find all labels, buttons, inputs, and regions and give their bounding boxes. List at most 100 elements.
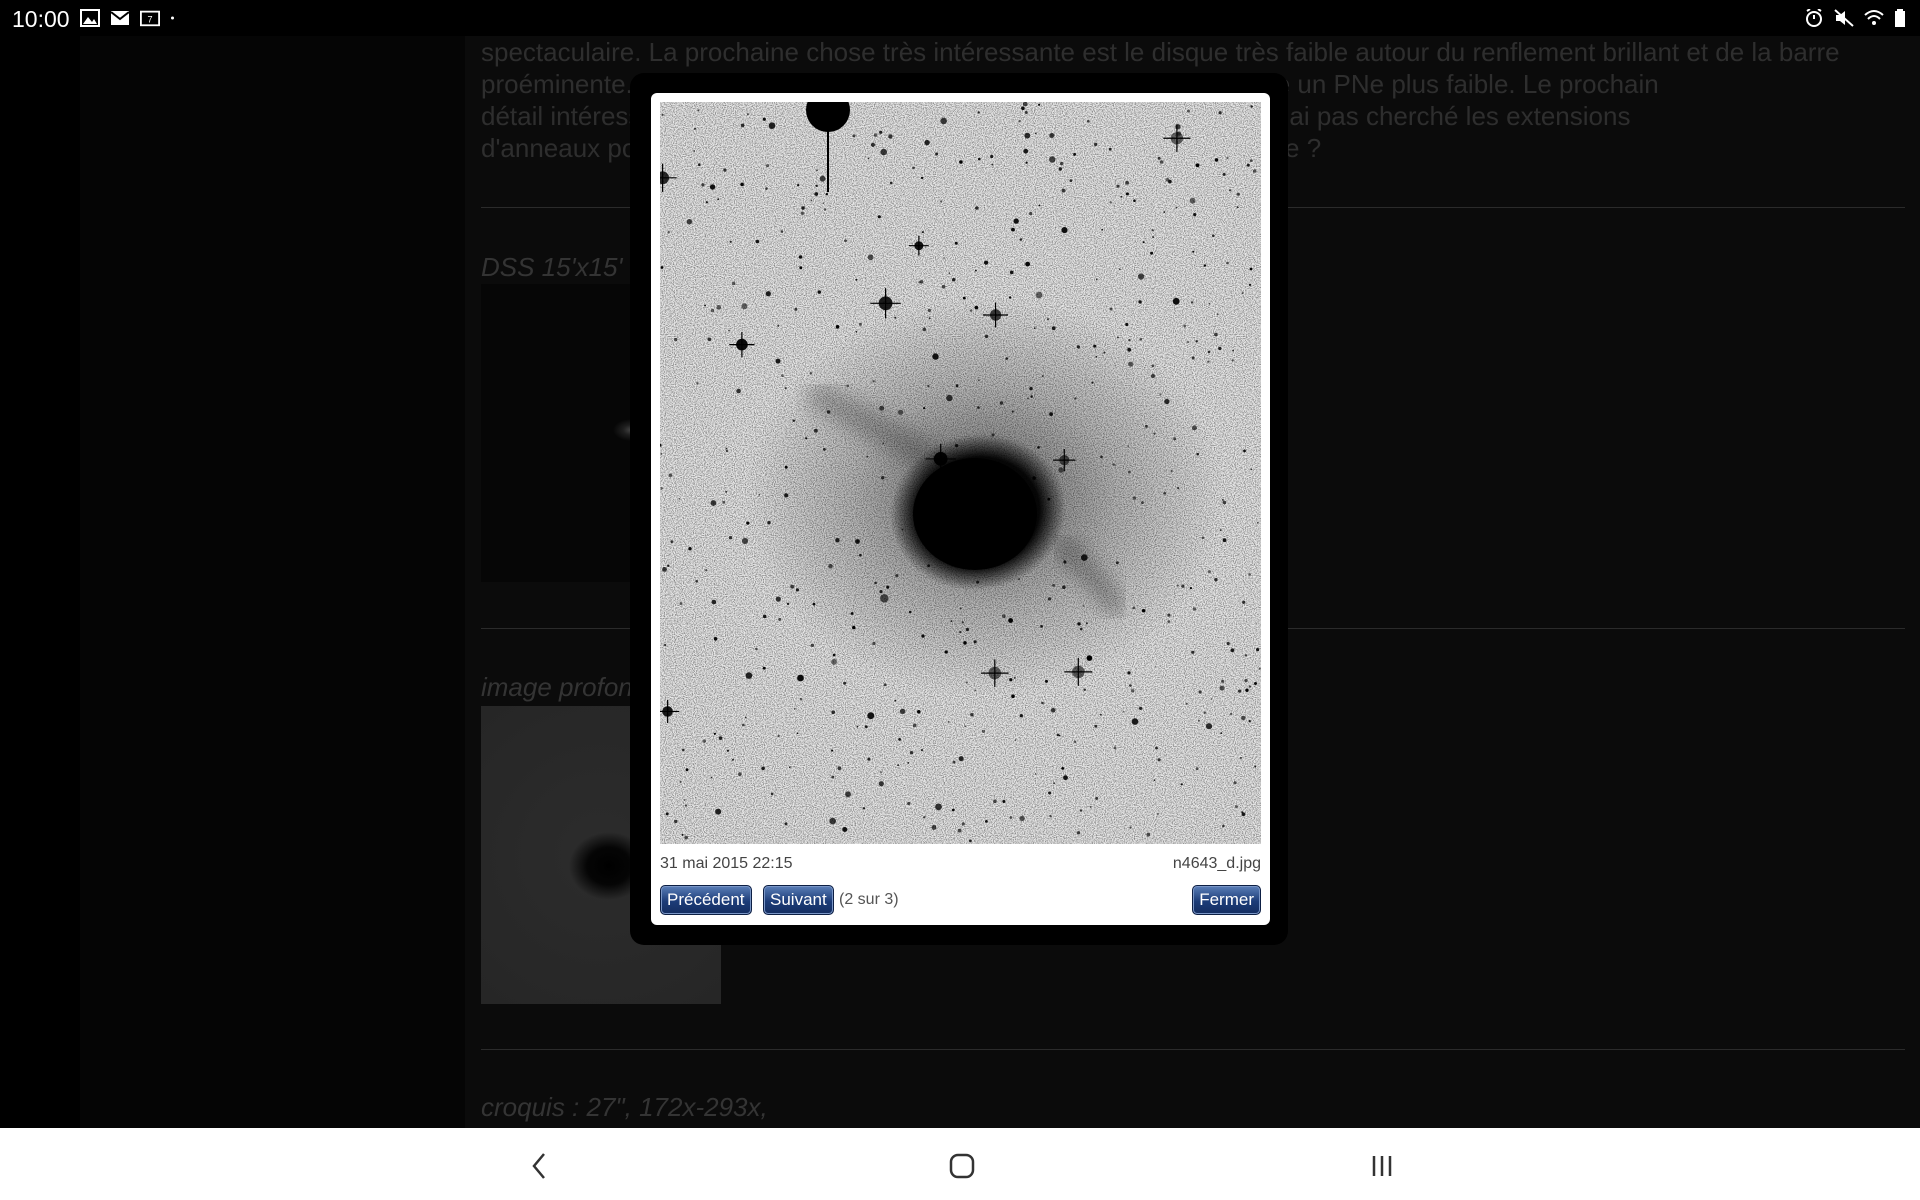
star: [1203, 264, 1207, 267]
star: [709, 184, 716, 190]
star: [1232, 349, 1234, 352]
star: [1032, 476, 1036, 480]
star: [755, 647, 758, 651]
star: [1025, 161, 1028, 164]
previous-button[interactable]: Précédent: [660, 885, 752, 915]
star: [1128, 470, 1131, 474]
star: [828, 563, 833, 569]
star: [765, 164, 770, 168]
star: [1256, 648, 1260, 652]
star: [880, 771, 882, 774]
star: [1257, 522, 1259, 524]
star: [728, 329, 730, 332]
star: [1183, 324, 1187, 328]
star: [877, 215, 881, 219]
star: [907, 801, 911, 806]
star: [1021, 106, 1025, 111]
star: [775, 358, 781, 364]
star: [1095, 796, 1099, 800]
star: [845, 791, 851, 798]
star: [867, 757, 871, 761]
star: [1030, 395, 1033, 398]
star: [1203, 711, 1207, 714]
star: [780, 230, 784, 233]
star: [1096, 278, 1098, 281]
star: [1127, 347, 1132, 352]
star: [814, 428, 818, 433]
star: [796, 732, 799, 735]
star: [1231, 359, 1234, 362]
star: [1127, 445, 1130, 447]
star: [872, 641, 876, 646]
star: [678, 498, 681, 500]
star: [943, 257, 945, 259]
star: [1048, 791, 1052, 795]
star: [809, 372, 812, 375]
star: [950, 620, 953, 622]
star: [1238, 689, 1242, 693]
star: [742, 723, 745, 727]
recent-apps-icon[interactable]: [1362, 1148, 1402, 1184]
status-time: 10:00: [12, 6, 70, 32]
star: [921, 231, 924, 234]
star: [889, 181, 893, 185]
star: [920, 521, 924, 524]
star: [792, 419, 795, 422]
star: [1208, 303, 1211, 305]
star: [765, 291, 771, 297]
star: [1176, 131, 1182, 136]
star: [999, 401, 1004, 405]
star: [831, 749, 834, 752]
star: [940, 200, 943, 203]
star: [683, 799, 686, 801]
star: [952, 278, 956, 282]
star: [812, 602, 816, 606]
star: [810, 199, 813, 202]
star: [1014, 522, 1016, 525]
star: [965, 681, 968, 684]
star: [810, 643, 815, 647]
close-button[interactable]: Fermer: [1192, 885, 1261, 915]
star: [1009, 816, 1013, 819]
star: [1254, 765, 1257, 768]
star: [684, 835, 688, 840]
star: [705, 201, 708, 204]
star: [725, 490, 728, 493]
star: [755, 239, 760, 244]
star: [969, 839, 972, 843]
star: [862, 807, 866, 810]
star: [707, 337, 712, 342]
star: [1093, 142, 1098, 147]
star: [1164, 398, 1170, 405]
star: [819, 175, 826, 182]
star: [1191, 650, 1195, 654]
star: [1127, 671, 1131, 675]
star: [1244, 654, 1248, 657]
star: [852, 625, 856, 630]
star: [694, 127, 696, 130]
star: [789, 766, 791, 769]
star: [1222, 824, 1225, 828]
back-icon[interactable]: [520, 1148, 560, 1184]
star: [1091, 381, 1094, 384]
star: [879, 130, 883, 134]
star: [1236, 206, 1239, 209]
star: [993, 799, 997, 804]
star: [922, 327, 927, 332]
caption-sketch: croquis : 27", 172x-293x,: [481, 1092, 768, 1122]
star: [864, 725, 868, 729]
next-button[interactable]: Suivant: [763, 885, 834, 915]
star: [798, 255, 803, 259]
star: [1132, 496, 1137, 500]
battery-icon: [1895, 9, 1905, 27]
star: [1186, 703, 1188, 705]
star: [1027, 397, 1029, 400]
star: [1173, 437, 1177, 441]
star: [679, 602, 683, 605]
star: [1244, 678, 1248, 683]
star: [740, 123, 745, 128]
home-icon[interactable]: [942, 1148, 982, 1184]
star: [1191, 356, 1195, 360]
star: [1163, 211, 1166, 213]
star: [1214, 158, 1219, 162]
